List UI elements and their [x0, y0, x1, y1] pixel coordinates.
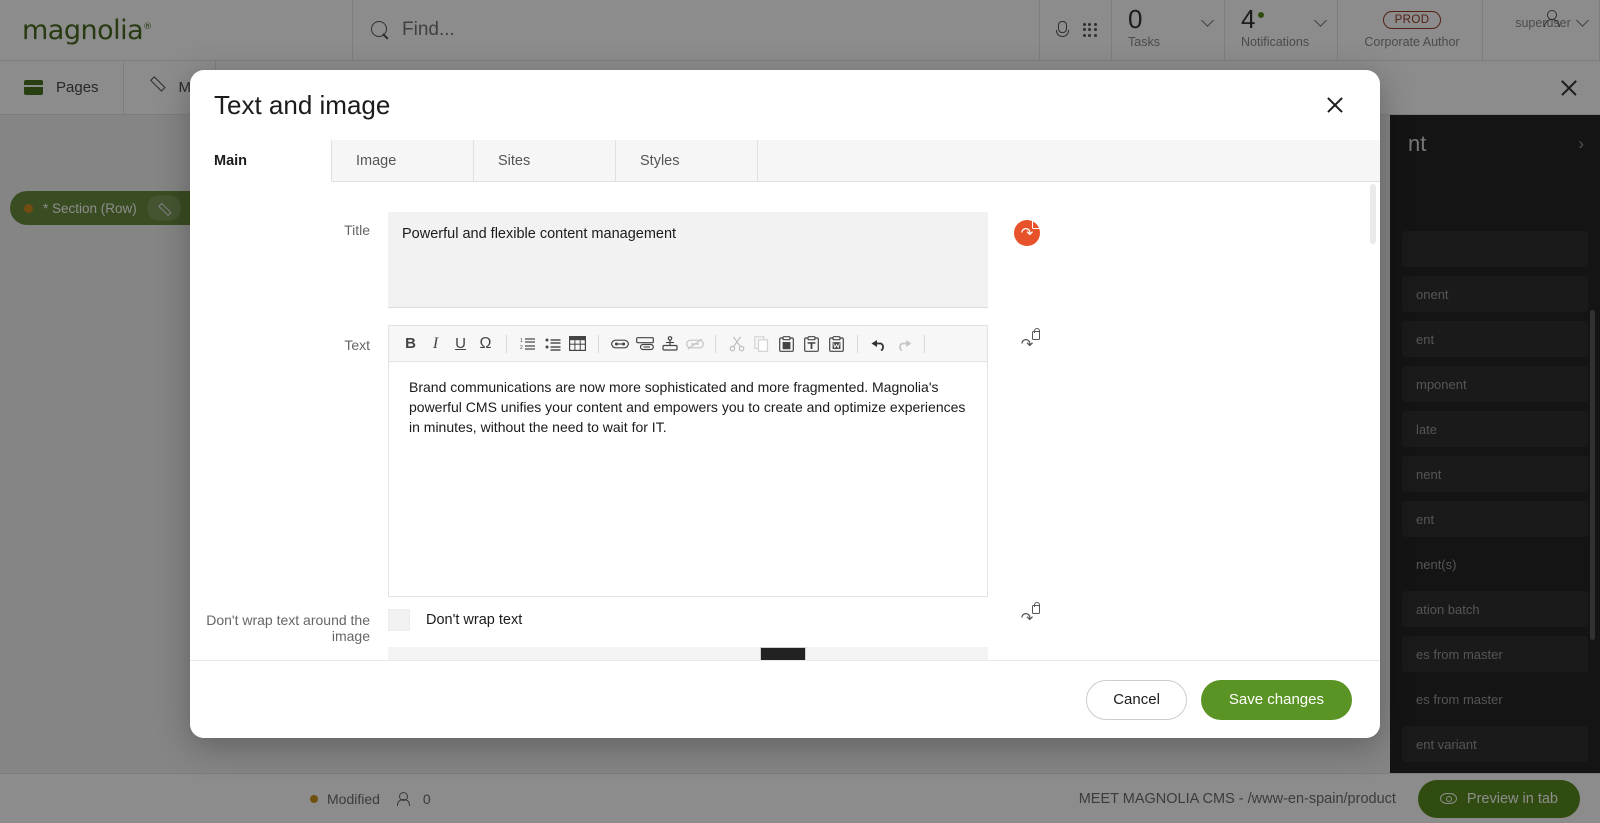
dialog-body: Title ↷ Text B I U [190, 182, 1380, 660]
lock-icon [1032, 220, 1040, 229]
redo-icon [892, 332, 915, 355]
title-reset-button[interactable]: ↷ [1014, 220, 1040, 246]
wrap-checkbox-row: Don't wrap text [388, 609, 988, 631]
field-text: Text B I U Ω 12 [190, 325, 1380, 597]
toolbar-separator [506, 335, 507, 353]
lock-icon [1032, 605, 1040, 614]
lock-icon [1032, 331, 1040, 340]
field-title: Title ↷ [190, 212, 1380, 313]
field-wrap: Don't wrap text around the image Don't w… [190, 609, 1380, 660]
bold-icon[interactable]: B [399, 332, 422, 355]
field-control-text: B I U Ω 12 [388, 325, 988, 597]
text-reset-button[interactable]: ↷ [1014, 331, 1040, 357]
bulleted-list-icon[interactable] [541, 332, 564, 355]
field-control-wrap: Don't wrap text [388, 609, 988, 660]
toolbar-separator [715, 335, 716, 353]
tab-bar-filler [758, 140, 1380, 181]
anchor-icon[interactable] [658, 332, 681, 355]
rte-content-area[interactable]: Brand communications are now more sophis… [389, 362, 987, 596]
special-character-icon[interactable]: Ω [474, 332, 497, 355]
title-input[interactable] [388, 212, 988, 308]
tab-label: Sites [498, 153, 530, 169]
paste-from-word-icon[interactable] [825, 332, 848, 355]
cancel-button[interactable]: Cancel [1086, 680, 1187, 720]
field-label-wrap: Don't wrap text around the image [190, 609, 388, 644]
toolbar-separator [598, 335, 599, 353]
wrap-reset-button[interactable]: ↷ [1014, 605, 1040, 631]
text-and-image-dialog: Text and image Main Image Sites Styles T… [190, 70, 1380, 738]
next-field-swatch[interactable] [760, 647, 806, 660]
rich-text-editor: B I U Ω 12 [388, 325, 988, 597]
svg-text:2: 2 [520, 345, 523, 351]
cut-icon [725, 332, 748, 355]
dont-wrap-text-checkbox[interactable] [388, 609, 410, 631]
table-icon[interactable] [566, 332, 589, 355]
rte-paragraph: Brand communications are now more sophis… [409, 378, 967, 438]
tab-main[interactable]: Main [190, 140, 332, 182]
tab-label: Main [214, 153, 247, 169]
toolbar-separator [924, 335, 925, 353]
close-icon [1326, 96, 1344, 114]
tab-label: Image [356, 153, 396, 169]
tab-styles[interactable]: Styles [616, 140, 758, 181]
paste-as-text-icon[interactable] [800, 332, 823, 355]
unlink-icon [683, 332, 706, 355]
tab-image[interactable]: Image [332, 140, 474, 181]
dialog-title: Text and image [214, 90, 390, 121]
next-field-partial [388, 647, 988, 660]
paste-icon[interactable] [775, 332, 798, 355]
toolbar-separator [857, 335, 858, 353]
field-control-title [388, 212, 988, 313]
dialog-header: Text and image [190, 70, 1380, 140]
underline-icon[interactable]: U [449, 332, 472, 355]
dont-wrap-text-label: Don't wrap text [426, 612, 522, 628]
dialog-tab-bar: Main Image Sites Styles [190, 140, 1380, 182]
tab-sites[interactable]: Sites [474, 140, 616, 181]
undo-icon[interactable] [867, 332, 890, 355]
dialog-close-button[interactable] [1318, 88, 1352, 122]
field-label-text: Text [190, 325, 388, 353]
internal-link-icon[interactable] [633, 332, 656, 355]
svg-text:1: 1 [520, 338, 523, 344]
rte-toolbar: B I U Ω 12 [389, 326, 987, 362]
save-changes-button[interactable]: Save changes [1201, 680, 1352, 720]
italic-icon[interactable]: I [424, 332, 447, 355]
numbered-list-icon[interactable]: 12 [516, 332, 539, 355]
dialog-scrollbar-thumb[interactable] [1370, 184, 1376, 244]
dialog-form: Title ↷ Text B I U [190, 182, 1380, 660]
link-icon[interactable] [608, 332, 631, 355]
dialog-footer: Cancel Save changes [190, 660, 1380, 738]
tab-label: Styles [640, 153, 680, 169]
dialog-scrollbar-track[interactable] [1372, 182, 1378, 660]
copy-icon [750, 332, 773, 355]
field-label-title: Title [190, 212, 388, 238]
